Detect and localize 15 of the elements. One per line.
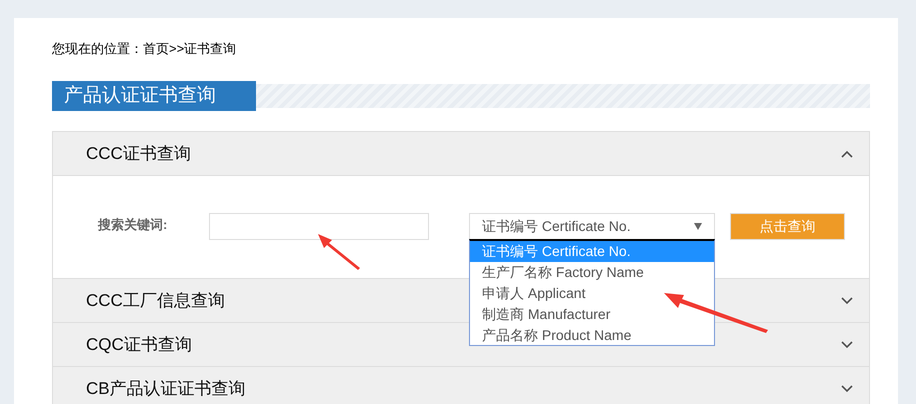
chevron-down-icon [841, 340, 853, 348]
search-label: 搜索关键词: [98, 216, 168, 234]
breadcrumb: 您现在的位置：首页>>证书查询 [52, 40, 236, 58]
chevron-up-icon [841, 150, 853, 158]
keyword-input-field[interactable] [209, 213, 429, 240]
chevron-down-icon [841, 384, 853, 392]
search-type-select[interactable]: 证书编号 Certificate No. [469, 213, 715, 240]
dropdown-option[interactable]: 制造商 Manufacturer [470, 304, 714, 325]
dropdown-option[interactable]: 产品名称 Product Name [470, 325, 714, 345]
dropdown-option[interactable]: 申请人 Applicant [470, 283, 714, 304]
chevron-down-icon [841, 296, 853, 304]
section-banner: 产品认证证书查询 [52, 81, 256, 111]
accordion-header[interactable]: CCC证书查询 [53, 132, 869, 176]
dropdown-caret-icon [694, 223, 702, 230]
accordion-header[interactable]: CB产品认证证书查询 [53, 366, 869, 404]
